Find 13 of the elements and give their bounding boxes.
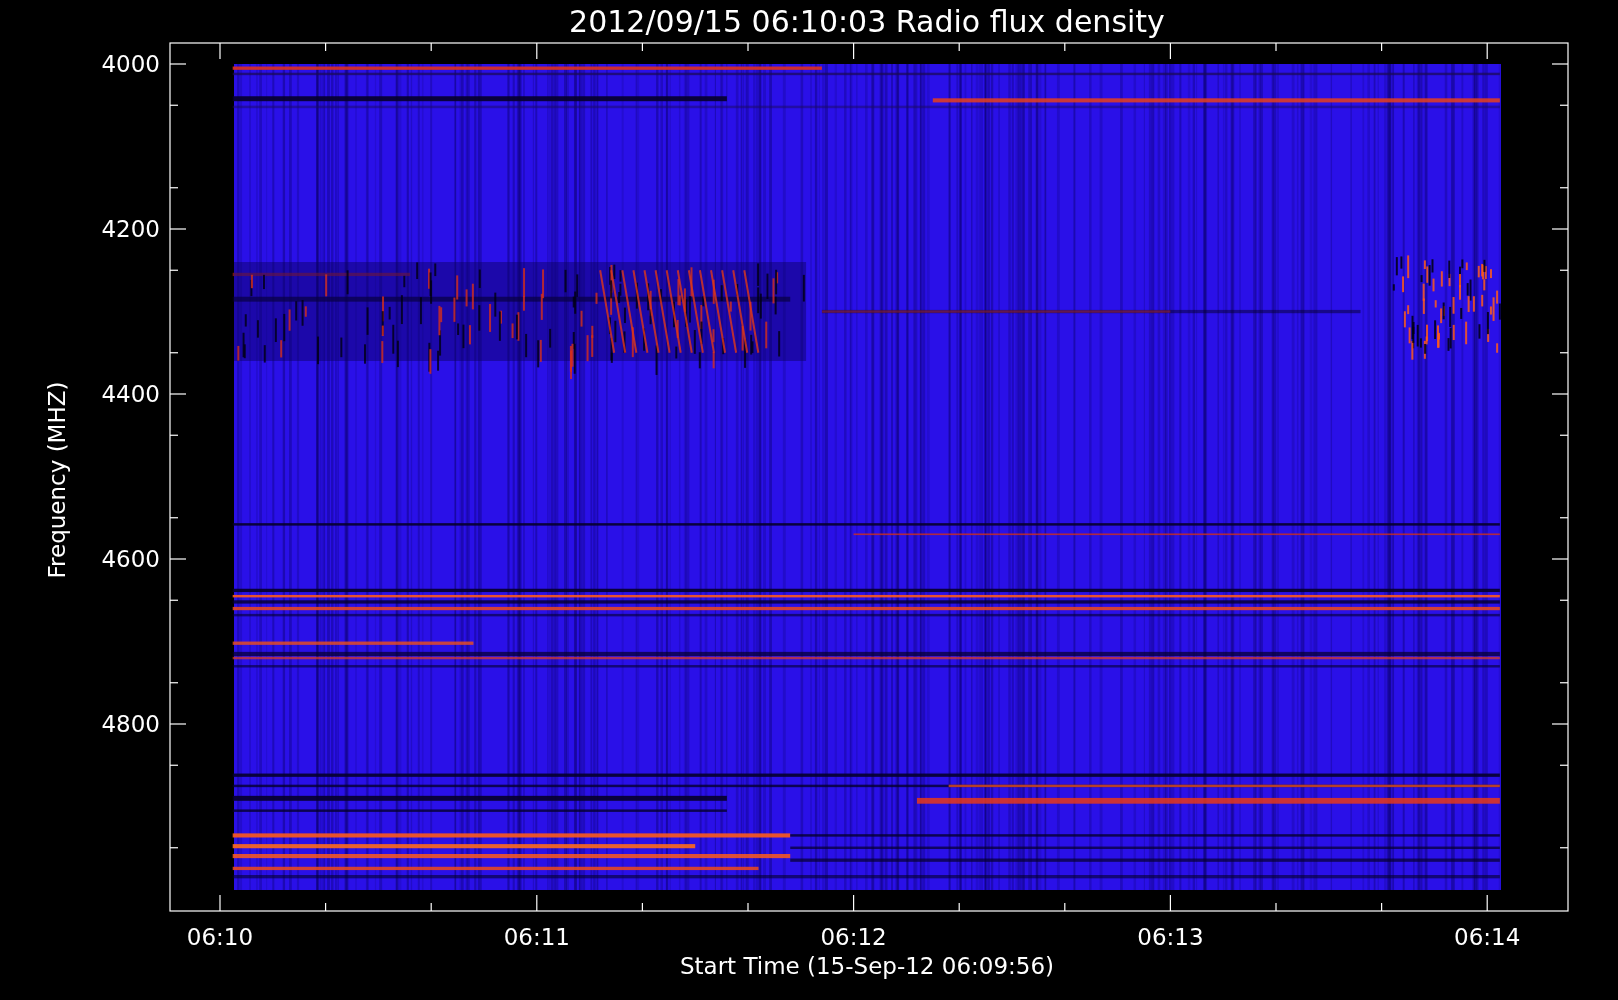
y-tick-label: 4800 (101, 711, 160, 737)
x-tick-label: 06:14 (1454, 924, 1521, 950)
y-tick-label: 4000 (101, 51, 160, 77)
x-tick-label: 06:12 (820, 924, 887, 950)
y-tick-label: 4400 (101, 381, 160, 407)
y-axis-title: Frequency (MHZ) (44, 381, 70, 579)
x-tick-label: 06:13 (1137, 924, 1204, 950)
y-tick-label: 4600 (101, 546, 160, 572)
x-tick-label: 06:11 (503, 924, 570, 950)
chart-title: 2012/09/15 06:10:03 Radio flux density (569, 4, 1165, 39)
x-tick-label: 06:10 (186, 924, 254, 950)
x-axis-title: Start Time (15-Sep-12 06:09:56) (679, 953, 1055, 979)
y-tick-label: 4200 (101, 216, 160, 242)
